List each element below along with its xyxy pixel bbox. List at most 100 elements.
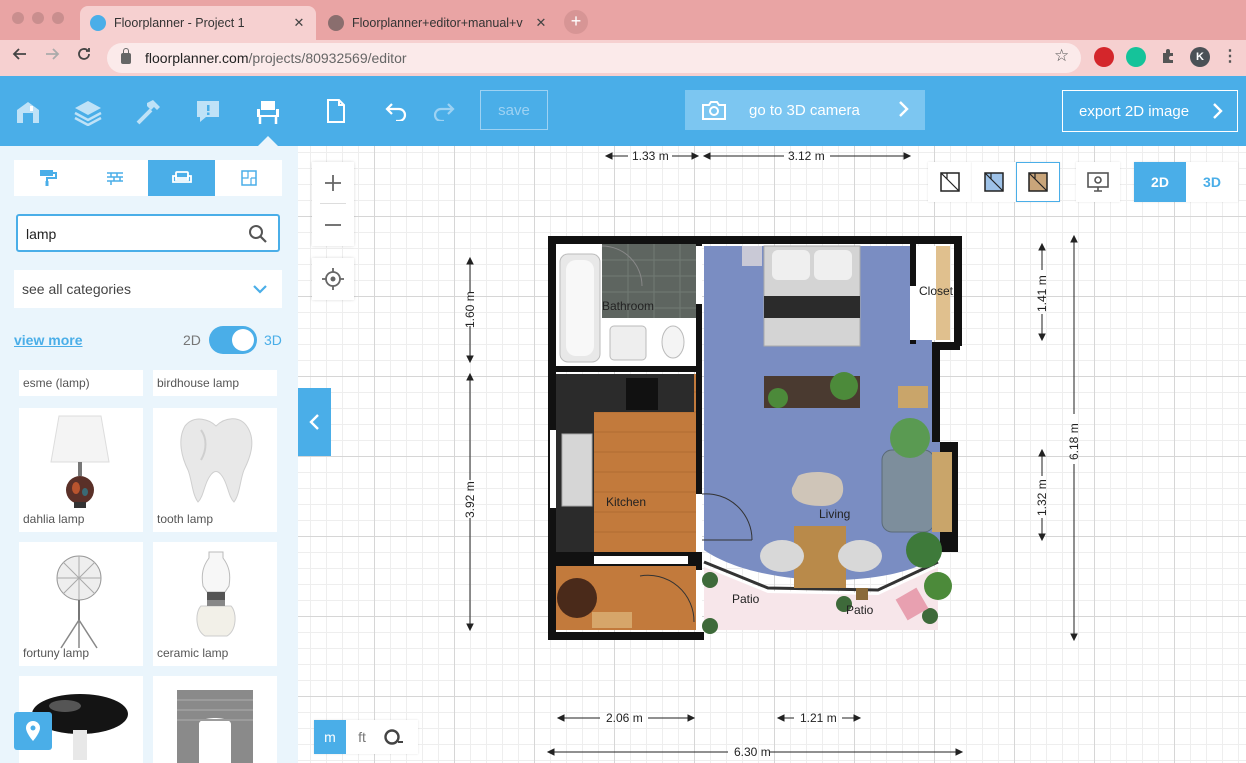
dimension-label: 2.06 m bbox=[606, 711, 643, 725]
feedback-icon[interactable] bbox=[188, 92, 228, 132]
item-label: birdhouse lamp bbox=[157, 376, 240, 390]
ceramic-lamp-thumbnail-icon bbox=[196, 551, 236, 637]
window-minimize-dot[interactable] bbox=[32, 12, 44, 24]
plus-icon bbox=[325, 175, 341, 191]
url-path: /projects/80932569/editor bbox=[248, 50, 407, 66]
toilet[interactable] bbox=[661, 325, 685, 359]
tab-title: Floorplanner - Project 1 bbox=[114, 16, 245, 30]
concrete-lamp-thumbnail-icon bbox=[177, 690, 253, 763]
dimension-label: 6.30 m bbox=[734, 745, 771, 759]
room-label-living: Living bbox=[819, 507, 850, 521]
floor-plan-canvas[interactable]: Bathroom Closet Kitchen Living Patio Pat… bbox=[298, 146, 1246, 763]
room-label-closet: Closet bbox=[919, 284, 954, 298]
floor-plan-drawing: Bathroom Closet Kitchen Living Patio Pat… bbox=[463, 149, 1081, 759]
unit-feet-button[interactable]: ft bbox=[346, 720, 378, 754]
lock-icon bbox=[121, 47, 131, 64]
chevron-down-icon bbox=[252, 282, 268, 298]
tab-google-search[interactable]: Floorplanner+editor+manual+v ✕ bbox=[318, 6, 558, 40]
chevron-right-icon bbox=[897, 100, 909, 122]
tab-close-icon[interactable]: ✕ bbox=[292, 15, 306, 31]
zoom-controls bbox=[312, 162, 354, 246]
view-more-link[interactable]: view more bbox=[14, 332, 82, 348]
profile-avatar[interactable]: K bbox=[1190, 47, 1210, 67]
furniture-chair-icon[interactable] bbox=[248, 92, 288, 146]
go-to-3d-camera-button[interactable]: go to 3D camera bbox=[685, 90, 925, 130]
furniture-item-card[interactable]: fortuny lamp bbox=[19, 542, 143, 666]
crosshair-icon bbox=[322, 268, 344, 290]
furniture-sidebar: see all categories view more 2D 3D esme … bbox=[0, 146, 298, 763]
window-close-dot[interactable] bbox=[12, 12, 24, 24]
redo-icon[interactable] bbox=[424, 92, 464, 130]
category-dropdown[interactable]: see all categories bbox=[14, 270, 282, 308]
extensions-puzzle-icon[interactable] bbox=[1158, 47, 1178, 67]
search-input[interactable] bbox=[26, 224, 236, 244]
chevron-right-icon bbox=[1211, 102, 1223, 124]
view-mode-lines-button[interactable] bbox=[928, 162, 972, 202]
furniture-item-card[interactable]: dahlia lamp bbox=[19, 408, 143, 532]
item-label: tooth lamp bbox=[157, 512, 214, 526]
window-zoom-dot[interactable] bbox=[52, 12, 64, 24]
dimension-label: 3.12 m bbox=[788, 149, 825, 163]
view-2d-button[interactable]: 2D bbox=[1134, 162, 1186, 202]
round-rug bbox=[557, 578, 597, 618]
unit-meters-button[interactable]: m bbox=[314, 720, 346, 754]
new-tab-button[interactable]: + bbox=[564, 10, 588, 34]
tab-floorplanner-project[interactable]: Floorplanner - Project 1 ✕ bbox=[80, 6, 316, 40]
category-dropdown-value: see all categories bbox=[22, 281, 131, 297]
zoom-out-button[interactable] bbox=[312, 204, 354, 246]
view-mode-textured-button[interactable] bbox=[1016, 162, 1060, 202]
view-3d-button[interactable]: 3D bbox=[1186, 162, 1238, 202]
furniture-category-tabs bbox=[14, 160, 282, 196]
furniture-item-card[interactable] bbox=[153, 676, 277, 763]
furniture-item-card[interactable]: tooth lamp bbox=[153, 408, 277, 532]
bookmark-star-icon[interactable]: ☆ bbox=[1054, 46, 1069, 66]
export-2d-image-button[interactable]: export 2D image bbox=[1062, 90, 1238, 132]
furniture-item-card[interactable]: birdhouse lamp bbox=[153, 370, 277, 396]
tab-furniture-sofa[interactable] bbox=[148, 160, 215, 196]
adblock-extension-icon[interactable] bbox=[1094, 47, 1114, 67]
item-label: esme (lamp) bbox=[23, 376, 90, 390]
sink[interactable] bbox=[609, 325, 647, 361]
location-pin-button[interactable] bbox=[14, 712, 52, 750]
fortuny-lamp-thumbnail-icon bbox=[56, 555, 102, 649]
search-icon[interactable] bbox=[248, 224, 268, 249]
plan-lines-icon bbox=[940, 172, 960, 192]
build-house-icon[interactable] bbox=[8, 92, 48, 132]
furniture-item-card[interactable]: esme (lamp) bbox=[19, 370, 143, 396]
reload-icon[interactable] bbox=[72, 46, 96, 70]
room-label-patio: Patio bbox=[846, 603, 874, 617]
kitchen-sink[interactable] bbox=[561, 433, 593, 507]
furniture-item-card[interactable]: ceramic lamp bbox=[153, 542, 277, 666]
tab-floor-plan-layout[interactable] bbox=[215, 160, 282, 196]
url-input[interactable]: floorplanner.com/projects/80932569/edito… bbox=[107, 43, 1081, 73]
sofa[interactable] bbox=[881, 449, 935, 533]
view-mode-color-button[interactable] bbox=[972, 162, 1016, 202]
chevron-left-icon bbox=[308, 414, 319, 430]
dahlia-lamp-thumbnail-icon bbox=[50, 415, 110, 508]
tab-close-icon[interactable]: ✕ bbox=[534, 15, 548, 31]
measuring-tape-icon bbox=[384, 729, 403, 745]
hammer-icon[interactable] bbox=[128, 92, 168, 132]
browser-menu-icon[interactable]: ⋮ bbox=[1220, 47, 1240, 67]
plan-color-icon bbox=[984, 172, 1004, 192]
2d-3d-toggle[interactable] bbox=[209, 326, 257, 354]
item-label: ceramic lamp bbox=[157, 646, 229, 660]
measure-tape-button[interactable] bbox=[378, 720, 410, 754]
presentation-mode-button[interactable] bbox=[1076, 162, 1120, 202]
new-document-icon[interactable] bbox=[316, 92, 356, 130]
dimension-label: 1.21 m bbox=[800, 711, 837, 725]
undo-icon[interactable] bbox=[376, 92, 416, 130]
room-label-patio: Patio bbox=[732, 592, 760, 606]
collapse-sidebar-button[interactable] bbox=[298, 388, 331, 456]
save-button[interactable]: save bbox=[480, 90, 548, 130]
plan-textured-icon bbox=[1028, 172, 1048, 192]
tab-flooring-pattern[interactable] bbox=[81, 160, 148, 196]
toggle-2d-label: 2D bbox=[183, 332, 201, 348]
layers-icon[interactable] bbox=[68, 92, 108, 132]
back-arrow-icon[interactable] bbox=[8, 46, 32, 70]
forward-arrow-icon[interactable] bbox=[40, 46, 64, 70]
zoom-in-button[interactable] bbox=[312, 162, 354, 204]
tab-paint-roller[interactable] bbox=[14, 160, 81, 196]
grammarly-extension-icon[interactable] bbox=[1126, 47, 1146, 67]
center-view-button[interactable] bbox=[312, 258, 354, 300]
